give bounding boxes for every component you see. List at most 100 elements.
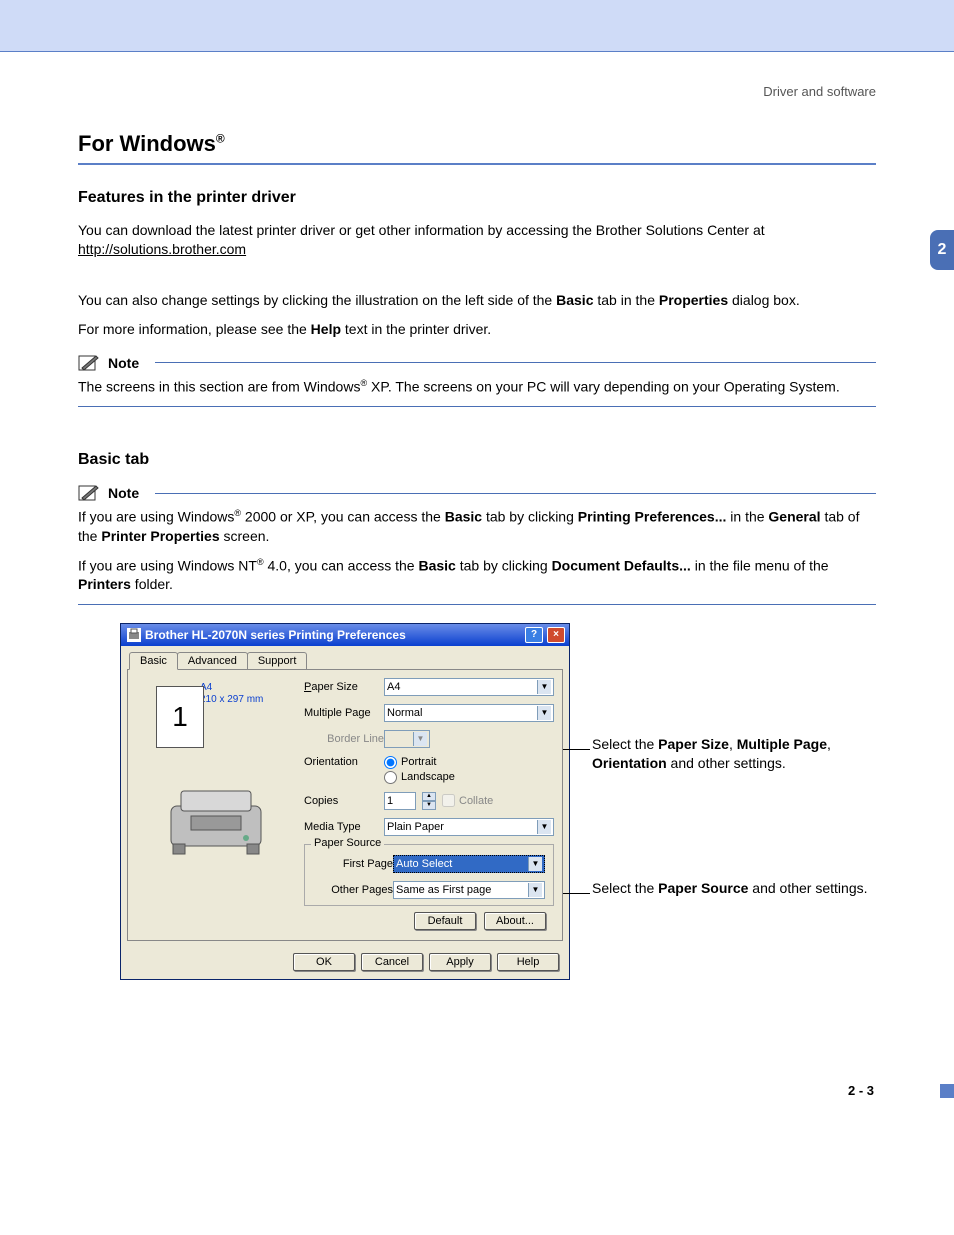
chevron-down-icon: ▼: [528, 883, 542, 897]
n3-g: Printers: [78, 576, 131, 592]
n2-i: Printer Properties: [101, 528, 219, 544]
first-page-value: Auto Select: [396, 858, 452, 870]
paper-size-select[interactable]: A4▼: [384, 678, 554, 696]
c1-e: ,: [827, 736, 831, 752]
screenshot-area: Brother HL-2070N series Printing Prefere…: [78, 623, 876, 1023]
chevron-down-icon: ▼: [537, 680, 551, 694]
about-button[interactable]: About...: [484, 912, 546, 930]
collate-label: Collate: [459, 795, 493, 807]
note1-text: The screens in this section are from Win…: [78, 377, 876, 397]
other-pages-value: Same as First page: [396, 884, 491, 896]
p3-a: For more information, please see the: [78, 321, 311, 337]
dialog-titlebar[interactable]: Brother HL-2070N series Printing Prefere…: [121, 624, 569, 646]
c1-a: Select the: [592, 736, 658, 752]
label-orientation: Orientation: [304, 756, 384, 768]
tab-support[interactable]: Support: [247, 652, 308, 669]
p2-c: tab in the: [593, 292, 658, 308]
help-button[interactable]: Help: [497, 953, 559, 971]
default-button[interactable]: Default: [414, 912, 476, 930]
note-pencil-icon: [78, 353, 102, 373]
multiple-page-select[interactable]: Normal▼: [384, 704, 554, 722]
p2-d: Properties: [659, 292, 728, 308]
page-number: 2 - 3: [78, 1083, 876, 1098]
note-block-1: Note The screens in this section are fro…: [78, 353, 876, 408]
p2-e: dialog box.: [728, 292, 800, 308]
n3-h: folder.: [131, 576, 173, 592]
media-type-value: Plain Paper: [387, 821, 444, 833]
copies-spinner[interactable]: ▲▼: [422, 792, 436, 810]
printing-preferences-dialog: Brother HL-2070N series Printing Prefere…: [120, 623, 570, 980]
n2-a: If you are using Windows: [78, 509, 234, 525]
n3-a: If you are using Windows NT: [78, 557, 257, 573]
p3-b: Help: [311, 321, 341, 337]
first-page-select[interactable]: Auto Select ▼: [393, 855, 545, 873]
c1-f: Orientation: [592, 755, 667, 771]
note-label: Note: [108, 355, 139, 371]
c1-b: Paper Size: [658, 736, 729, 752]
spin-up-icon: ▲: [422, 792, 436, 801]
page-preview-frame: 1: [156, 686, 204, 748]
n2-d: tab by clicking: [482, 509, 578, 525]
paper-source-group: Paper Source First Page Auto Select▼ Oth…: [304, 844, 554, 906]
n3-d: tab by clicking: [456, 557, 552, 573]
titlebar-help-button[interactable]: ?: [525, 627, 543, 643]
solutions-link[interactable]: http://solutions.brother.com: [78, 241, 246, 257]
printer-app-icon: [127, 628, 141, 642]
copies-input[interactable]: 1: [384, 792, 416, 810]
paper-spec-dim: 210 x 297 mm: [200, 694, 263, 705]
n3-b: 4.0, you can access the: [264, 557, 419, 573]
cancel-button[interactable]: Cancel: [361, 953, 423, 971]
n3-c: Basic: [418, 557, 455, 573]
c1-g: and other settings.: [667, 755, 786, 771]
chevron-down-icon: ▼: [528, 857, 542, 871]
n3-e: Document Defaults...: [552, 557, 691, 573]
paper-source-group-title: Paper Source: [311, 837, 384, 849]
dialog-left-pane[interactable]: 1 A4 210 x 297 mm: [136, 678, 296, 906]
collate-checkbox: Collate: [442, 794, 493, 807]
media-type-select[interactable]: Plain Paper ▼: [384, 818, 554, 836]
top-banner: [0, 0, 954, 52]
page-title: For Windows®: [78, 131, 876, 159]
n3-s: ®: [257, 557, 264, 567]
label-paper-size: Paper Size: [304, 681, 384, 693]
c2-c: and other settings.: [748, 880, 867, 896]
tab-basic[interactable]: Basic: [129, 652, 178, 670]
tab-advanced[interactable]: Advanced: [177, 652, 248, 669]
other-pages-select[interactable]: Same as First page ▼: [393, 881, 545, 899]
n2-f: in the: [726, 509, 768, 525]
chevron-down-icon: ▼: [537, 820, 551, 834]
n2-j: screen.: [220, 528, 270, 544]
note-block-2: Note If you are using Windows® 2000 or X…: [78, 483, 876, 605]
note-pencil-icon: [78, 483, 102, 503]
dialog-tabstrip: Basic Advanced Support: [121, 646, 569, 669]
note-divider: [155, 493, 876, 494]
note-hr-2: [78, 604, 876, 605]
printer-illustration: [161, 786, 271, 856]
title-underline: [78, 163, 876, 165]
section-features-heading: Features in the printer driver: [78, 189, 876, 207]
c2-a: Select the: [592, 880, 658, 896]
p2-b: Basic: [556, 292, 593, 308]
p1-a: You can download the latest printer driv…: [78, 222, 765, 238]
footer-accent: [940, 1084, 954, 1098]
note-hr-1: [78, 406, 876, 407]
orientation-portrait-radio[interactable]: Portrait: [384, 756, 455, 769]
n2-c: Basic: [445, 509, 482, 525]
dialog-title: Brother HL-2070N series Printing Prefere…: [145, 628, 406, 642]
spin-down-icon: ▼: [422, 801, 436, 810]
orientation-landscape-radio[interactable]: Landscape: [384, 771, 455, 784]
apply-button[interactable]: Apply: [429, 953, 491, 971]
border-line-select: ▼: [384, 730, 430, 748]
tabpage-basic: 1 A4 210 x 297 mm: [127, 669, 563, 941]
p2-a: You can also change settings by clicking…: [78, 292, 556, 308]
ok-button[interactable]: OK: [293, 953, 355, 971]
title-sup: ®: [216, 132, 225, 146]
features-paragraph-1: You can download the latest printer driv…: [78, 221, 876, 259]
features-paragraph-3: For more information, please see the Hel…: [78, 320, 876, 339]
n2-e: Printing Preferences...: [578, 509, 727, 525]
c1-d: Multiple Page: [737, 736, 827, 752]
titlebar-close-button[interactable]: ×: [547, 627, 565, 643]
label-copies: Copies: [304, 795, 384, 807]
callout-2: Select the Paper Source and other settin…: [592, 879, 872, 898]
portrait-label: Portrait: [401, 756, 436, 768]
